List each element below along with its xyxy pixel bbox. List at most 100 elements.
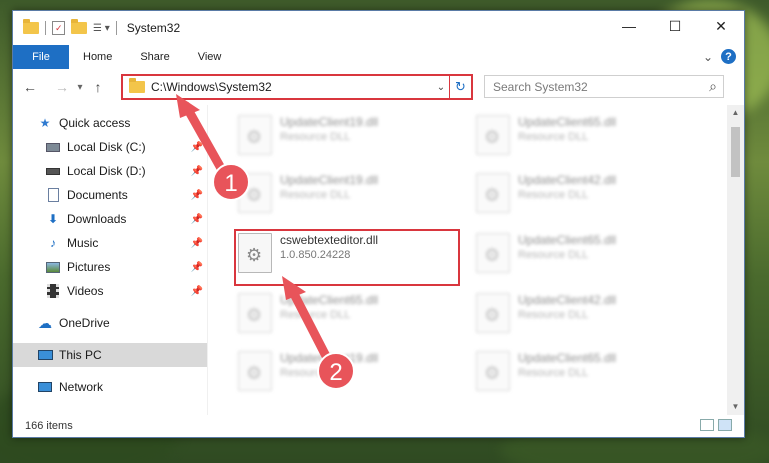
dll-file-icon: [238, 293, 272, 333]
sidebar-item-this-pc[interactable]: This PC: [13, 343, 207, 367]
file-name: UpdateClient65.dll: [518, 351, 617, 365]
file-name: UpdateClient65.dll: [518, 233, 617, 247]
sidebar-item-label: Local Disk (D:): [67, 164, 146, 178]
recent-locations-button[interactable]: ▾: [73, 82, 87, 93]
up-button[interactable]: ↑: [87, 79, 109, 95]
refresh-icon[interactable]: ↻: [449, 76, 471, 98]
dll-file-icon: [238, 351, 272, 391]
scroll-thumb[interactable]: [731, 127, 740, 177]
file-description: Resource DLL: [280, 309, 351, 321]
pin-icon[interactable]: 📌: [191, 238, 203, 249]
tab-share[interactable]: Share: [126, 45, 183, 69]
new-folder-icon[interactable]: [71, 19, 87, 34]
pin-icon[interactable]: 📌: [191, 166, 203, 177]
sidebar-item-label: This PC: [59, 348, 102, 362]
address-bar[interactable]: C:\Windows\System32 ⌄ ↻: [121, 74, 473, 100]
expand-ribbon-icon[interactable]: ⌄: [703, 50, 713, 64]
address-path[interactable]: C:\Windows\System32: [151, 80, 433, 94]
dll-file-icon: [238, 173, 272, 213]
file-name: UpdateClient19.dll: [280, 115, 379, 129]
star-icon: ★: [39, 116, 51, 130]
sidebar-item-network[interactable]: Network: [13, 375, 207, 399]
properties-icon[interactable]: ✓: [52, 21, 65, 35]
sidebar-item-pictures[interactable]: Pictures 📌: [13, 255, 207, 279]
list-item[interactable]: UpdateClient65.dll Resource DLL: [476, 233, 616, 273]
sidebar-item-label: Pictures: [67, 260, 111, 274]
sidebar-item-onedrive[interactable]: ☁ OneDrive: [13, 311, 207, 335]
file-name: UpdateClient65.dll: [518, 115, 617, 129]
pin-icon[interactable]: 📌: [191, 214, 203, 225]
window-controls: — ☐ ✕: [606, 11, 744, 41]
list-item[interactable]: UpdateClient65.dll Resource DLL: [476, 351, 616, 391]
status-bar: 166 items: [13, 415, 744, 437]
videos-icon: [45, 284, 61, 298]
address-row: ← → ▾ ↑ C:\Windows\System32 ⌄ ↻ Search S…: [13, 69, 744, 105]
file-description: Resource DLL: [518, 189, 589, 201]
dll-file-icon: [476, 115, 510, 155]
sidebar-item-label: Quick access: [59, 116, 131, 130]
network-icon: [37, 380, 53, 394]
help-icon[interactable]: ?: [721, 49, 736, 64]
file-name: UpdateClient42.dll: [518, 173, 617, 187]
search-box[interactable]: Search System32 ⌕: [484, 75, 724, 98]
address-dropdown-icon[interactable]: ⌄: [433, 82, 449, 93]
dll-file-icon: [476, 351, 510, 391]
tab-file[interactable]: File: [13, 45, 69, 69]
file-name: UpdateClient19.dll: [280, 351, 379, 365]
item-count: 166 items: [25, 420, 73, 432]
forward-button[interactable]: →: [51, 79, 73, 95]
sidebar-item-quick-access[interactable]: ★ Quick access: [13, 111, 207, 135]
list-item[interactable]: UpdateClient42.dll Resource DLL: [476, 173, 616, 213]
tab-home[interactable]: Home: [69, 45, 126, 69]
minimize-button[interactable]: —: [606, 11, 652, 41]
file-name: UpdateClient42.dll: [518, 293, 617, 307]
tab-view[interactable]: View: [184, 45, 236, 69]
search-input[interactable]: Search System32: [493, 80, 588, 94]
sidebar-item-label: Documents: [67, 188, 128, 202]
pin-icon[interactable]: 📌: [191, 190, 203, 201]
scroll-up-icon[interactable]: ▲: [727, 105, 744, 121]
file-description: Resource DLL: [280, 131, 351, 143]
list-item[interactable]: UpdateClient19.dll Resource DLL: [238, 173, 378, 213]
file-description: Resource DLL: [518, 131, 589, 143]
sidebar-item-local-disk-d[interactable]: Local Disk (D:) 📌: [13, 159, 207, 183]
list-item[interactable]: UpdateClient65.dll Resource DLL: [238, 293, 378, 333]
close-button[interactable]: ✕: [698, 11, 744, 41]
customize-toolbar-icon[interactable]: ☰ ▾: [93, 23, 110, 34]
pin-icon[interactable]: 📌: [191, 142, 203, 153]
sidebar-item-label: Network: [59, 380, 104, 394]
ribbon-right: ⌄ ?: [703, 49, 736, 64]
pin-icon[interactable]: 📌: [191, 286, 203, 297]
pin-icon[interactable]: 📌: [191, 262, 203, 273]
scroll-down-icon[interactable]: ▼: [727, 399, 744, 415]
ribbon-tabs: File Home Share View ⌄ ?: [13, 45, 744, 69]
maximize-button[interactable]: ☐: [652, 11, 698, 41]
sidebar-item-label: Videos: [67, 284, 104, 298]
sidebar-item-music[interactable]: ♪ Music 📌: [13, 231, 207, 255]
dll-file-icon: [476, 293, 510, 333]
vertical-scrollbar[interactable]: ▲ ▼: [727, 105, 744, 415]
file-description: Resource DLL: [518, 367, 589, 379]
list-item[interactable]: UpdateClient42.dll Resource DLL: [476, 293, 616, 333]
file-description: Resource DLL: [518, 249, 589, 261]
content-area: ★ Quick access Local Disk (C:) 📌 Local D…: [13, 105, 744, 415]
sidebar-item-label: Music: [67, 236, 99, 250]
sidebar-item-local-disk-c[interactable]: Local Disk (C:) 📌: [13, 135, 207, 159]
file-description: Resource DLL: [280, 367, 351, 379]
documents-icon: [45, 188, 61, 202]
highlight-box-file: [234, 229, 460, 286]
sidebar-item-downloads[interactable]: ⬇ Downloads 📌: [13, 207, 207, 231]
folder-icon[interactable]: [23, 19, 39, 34]
music-icon: ♪: [50, 236, 56, 250]
list-item[interactable]: UpdateClient19.dll Resource DLL: [238, 351, 378, 391]
sidebar-item-label: OneDrive: [59, 316, 110, 330]
back-button[interactable]: ←: [19, 79, 41, 95]
sidebar-item-videos[interactable]: Videos 📌: [13, 279, 207, 303]
list-item[interactable]: UpdateClient19.dll Resource DLL: [238, 115, 378, 155]
sidebar-item-documents[interactable]: Documents 📌: [13, 183, 207, 207]
dll-file-icon: [238, 115, 272, 155]
large-icons-view-icon[interactable]: [718, 419, 732, 431]
file-description: Resource DLL: [280, 189, 351, 201]
details-view-icon[interactable]: [700, 419, 714, 431]
list-item[interactable]: UpdateClient65.dll Resource DLL: [476, 115, 616, 155]
